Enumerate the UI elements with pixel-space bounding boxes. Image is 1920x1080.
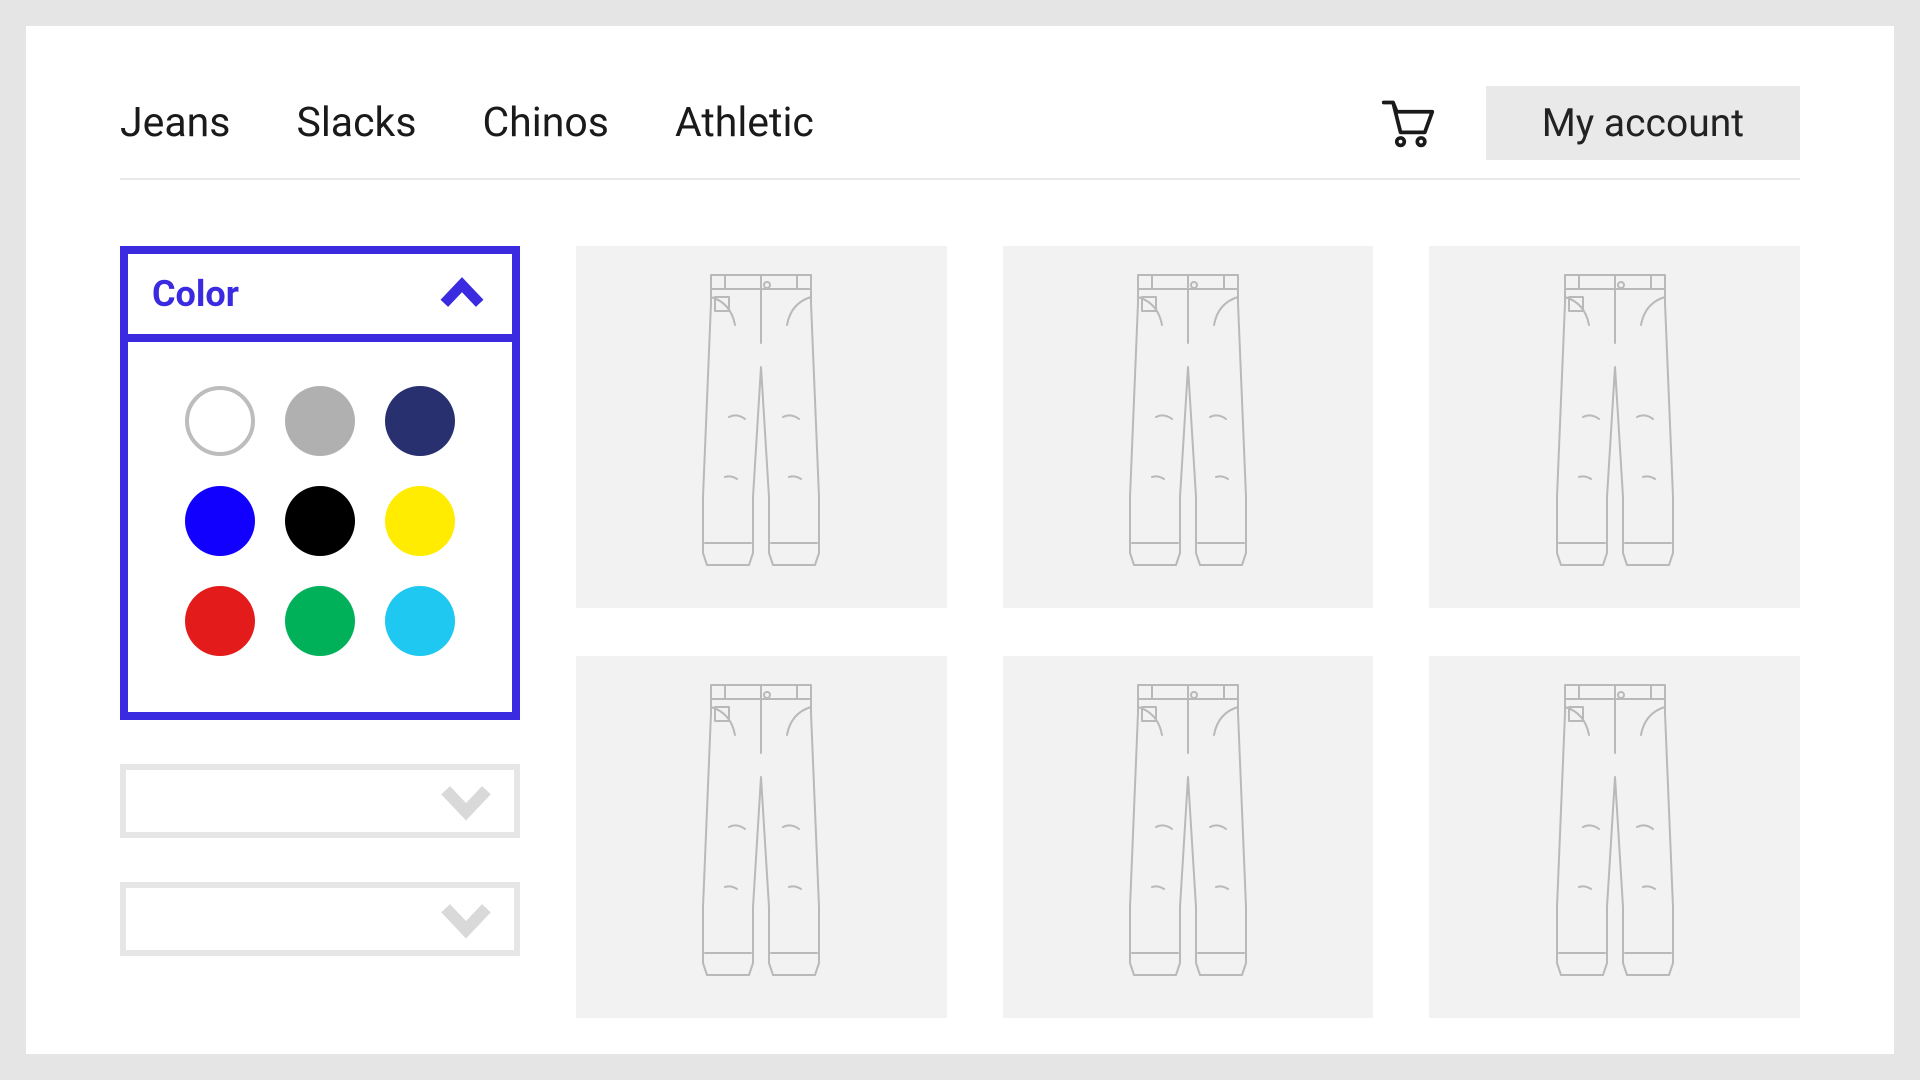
product-card[interactable] <box>1429 246 1800 608</box>
main: Color <box>120 246 1800 1018</box>
filter-color: Color <box>120 246 520 720</box>
product-image <box>1098 677 1278 997</box>
product-image <box>1525 267 1705 587</box>
product-card[interactable] <box>576 656 947 1018</box>
nav-item-chinos[interactable]: Chinos <box>483 99 609 147</box>
color-swatch-blue[interactable] <box>185 486 255 556</box>
filter-color-header[interactable]: Color <box>128 254 512 342</box>
my-account-button[interactable]: My account <box>1486 86 1800 160</box>
color-swatch-white[interactable] <box>185 386 255 456</box>
header-right: My account <box>1380 86 1800 160</box>
chevron-down-icon <box>436 771 496 831</box>
cart-button[interactable] <box>1380 95 1436 151</box>
product-card[interactable] <box>1003 246 1374 608</box>
header: Jeans Slacks Chinos Athletic My account <box>120 86 1800 180</box>
color-swatch-grid <box>128 342 512 712</box>
product-image <box>1098 267 1278 587</box>
category-nav: Jeans Slacks Chinos Athletic <box>120 99 814 147</box>
product-card[interactable] <box>576 246 947 608</box>
chevron-up-icon <box>436 268 488 320</box>
color-swatch-navy[interactable] <box>385 386 455 456</box>
filter-collapsed[interactable] <box>120 764 520 838</box>
product-image <box>1525 677 1705 997</box>
color-swatch-green[interactable] <box>285 586 355 656</box>
color-swatch-gray[interactable] <box>285 386 355 456</box>
nav-item-athletic[interactable]: Athletic <box>675 99 814 147</box>
product-grid <box>576 246 1800 1018</box>
chevron-down-icon <box>436 889 496 949</box>
filter-sidebar: Color <box>120 246 520 1018</box>
filter-color-title: Color <box>152 273 239 315</box>
nav-item-jeans[interactable]: Jeans <box>120 99 230 147</box>
color-swatch-black[interactable] <box>285 486 355 556</box>
color-swatch-yellow[interactable] <box>385 486 455 556</box>
product-image <box>671 677 851 997</box>
product-image <box>671 267 851 587</box>
cart-icon <box>1380 95 1436 151</box>
product-card[interactable] <box>1003 656 1374 1018</box>
filter-collapsed[interactable] <box>120 882 520 956</box>
color-swatch-sky-blue[interactable] <box>385 586 455 656</box>
product-card[interactable] <box>1429 656 1800 1018</box>
nav-item-slacks[interactable]: Slacks <box>296 99 416 147</box>
color-swatch-red[interactable] <box>185 586 255 656</box>
